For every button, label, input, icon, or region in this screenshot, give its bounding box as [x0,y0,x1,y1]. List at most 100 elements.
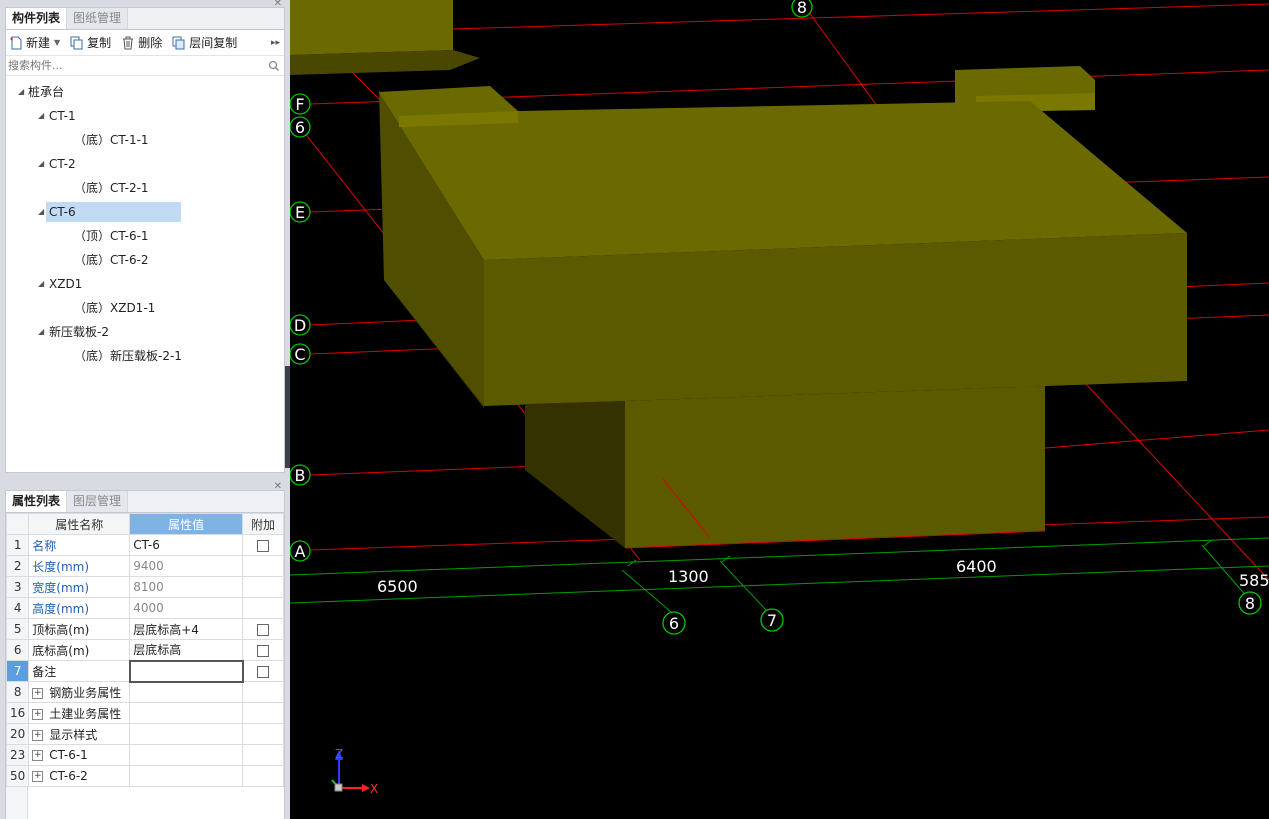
copy-icon [70,36,83,49]
axis-label-c: C [294,345,305,364]
tree-group-xzd1[interactable]: ◢ XZD1 [6,272,284,296]
component-list-panel: ✕ 构件列表 图纸管理 新建 ▼ 复制 删除 层间复制 ▸▸ ◢ 桩承台 [5,0,285,473]
table-row[interactable]: 1 名称 CT-6 [5,534,284,556]
3d-viewport[interactable]: F 6 E D C B A 8 6 7 8 6500 1300 6400 585 [290,0,1269,819]
property-panel: ✕ 属性列表 图层管理 属性名称 属性值 附加 1 名称 CT-6 2 长度(m… [5,482,285,819]
tree-item[interactable]: （底）新压载板-2-1 [6,344,284,368]
table-row[interactable]: 20 + 显示样式 [5,723,284,745]
dimension-lines [290,537,1269,619]
property-value-field[interactable]: 层底标高+4 [129,618,244,640]
row-number: 8 [5,681,30,703]
tab-drawing-management[interactable]: 图纸管理 [67,8,129,29]
axis-label-b: B [295,466,306,485]
extra-checkbox[interactable] [257,623,270,636]
property-value-header: 属性值 [129,513,244,535]
axis-line-short [349,69,381,101]
tab-layer-management[interactable]: 图层管理 [67,491,129,512]
floor-copy-button-label: 层间复制 [189,36,238,50]
remark-input[interactable] [128,659,244,683]
axis-line-8 [1084,382,1269,581]
copy-button[interactable]: 复制 [70,34,111,51]
property-value-field[interactable]: 层底标高 [129,639,244,661]
more-arrow-icon[interactable]: ▸▸ [271,38,280,48]
tree-item[interactable]: （底）CT-1-1 [6,128,284,152]
close-icon[interactable]: ✕ [274,0,282,9]
table-row[interactable]: 5 顶标高(m) 层底标高+4 [5,618,284,640]
tree-item[interactable]: （顶）CT-6-1 [6,224,284,248]
tree-root[interactable]: ◢ 桩承台 [6,80,284,104]
expand-arrow-icon[interactable]: ◢ [38,272,44,296]
extra-cell [242,744,284,766]
new-button-label: 新建 [26,36,51,50]
property-group[interactable]: + 显示样式 [28,723,131,745]
dim-line-2 [290,565,1269,604]
expand-plus-icon[interactable]: + [32,729,44,741]
table-row[interactable]: 3 宽度(mm) 8100 [5,576,284,598]
row-number: 2 [5,555,30,577]
tab-property-list[interactable]: 属性列表 [6,491,68,512]
expand-arrow-icon[interactable]: ◢ [38,200,44,224]
extra-checkbox[interactable] [257,644,270,657]
property-value-field[interactable]: 4000 [129,597,244,619]
extra-checkbox[interactable] [257,539,270,552]
tree-item[interactable]: （底）CT-2-1 [6,176,284,200]
extra-cell [242,597,284,619]
floor-copy-button[interactable]: 层间复制 [172,34,237,51]
axis-label-6-left: 6 [295,118,305,137]
axis-label-d: D [294,316,306,335]
expand-arrow-icon[interactable]: ◢ [18,80,24,104]
tree-root-label: 桩承台 [28,85,65,99]
search-input[interactable] [8,59,268,72]
empty-cell [129,681,244,703]
axis-label-f: F [295,95,304,114]
property-group[interactable]: + 土建业务属性 [28,702,131,724]
property-name: 高度(mm) [28,597,131,619]
row-number: 3 [5,576,30,598]
property-group[interactable]: + CT-6-2 [28,765,131,787]
tree-group-label: CT-2 [49,157,76,171]
expand-plus-icon[interactable]: + [32,750,44,761]
table-row[interactable]: 6 底标高(m) 层底标高 [5,639,284,661]
tree-item[interactable]: （底）XZD1-1 [6,296,284,320]
tree-group-ballast-slab[interactable]: ◢ 新压载板-2 [6,320,284,344]
empty-cell [129,765,244,787]
expand-arrow-icon[interactable]: ◢ [38,104,44,128]
extra-cell [242,534,284,556]
property-group[interactable]: + 钢筋业务属性 [28,681,131,703]
expand-plus-icon[interactable]: + [32,708,44,720]
expand-arrow-icon[interactable]: ◢ [38,320,44,344]
table-row[interactable]: 2 长度(mm) 9400 [5,555,284,577]
tab-component-list[interactable]: 构件列表 [6,8,68,29]
tree-group-label: XZD1 [49,277,83,291]
extra-cell [242,576,284,598]
new-file-icon [10,36,22,49]
table-row[interactable]: 8 + 钢筋业务属性 [5,681,284,703]
expand-arrow-icon[interactable]: ◢ [38,152,44,176]
chevron-down-icon[interactable]: ▼ [54,38,60,47]
tree-item[interactable]: （底）CT-6-2 [6,248,284,272]
extra-cell [242,555,284,577]
expand-plus-icon[interactable]: + [32,687,44,699]
new-button[interactable]: 新建 ▼ [9,34,60,51]
property-value-field[interactable]: 8100 [129,576,244,598]
extra-checkbox[interactable] [257,665,270,678]
pile-cap-ct-6[interactable] [379,86,1187,548]
extra-cell [242,660,284,682]
property-value-field[interactable]: CT-6 [129,534,244,556]
table-row[interactable]: 50 + CT-6-2 [5,765,284,787]
axis-label-a: A [295,542,306,561]
table-row[interactable]: 23 + CT-6-1 [5,744,284,766]
close-icon[interactable]: ✕ [274,482,282,492]
property-group[interactable]: + CT-6-1 [28,744,131,766]
expand-plus-icon[interactable]: + [32,771,44,782]
tree-group-ct-6[interactable]: ◢ CT-6 [6,200,284,224]
search-icon[interactable] [268,60,280,72]
table-row[interactable]: 7 备注 [5,659,284,683]
property-value-field[interactable]: 9400 [129,555,244,577]
tree-group-ct-1[interactable]: ◢ CT-1 [6,104,284,128]
dim-label-585: 585 [1239,571,1269,590]
tree-group-ct-2[interactable]: ◢ CT-2 [6,152,284,176]
table-row[interactable]: 4 高度(mm) 4000 [5,597,284,619]
table-row[interactable]: 16 + 土建业务属性 [5,702,284,724]
delete-button[interactable]: 删除 [121,34,162,51]
